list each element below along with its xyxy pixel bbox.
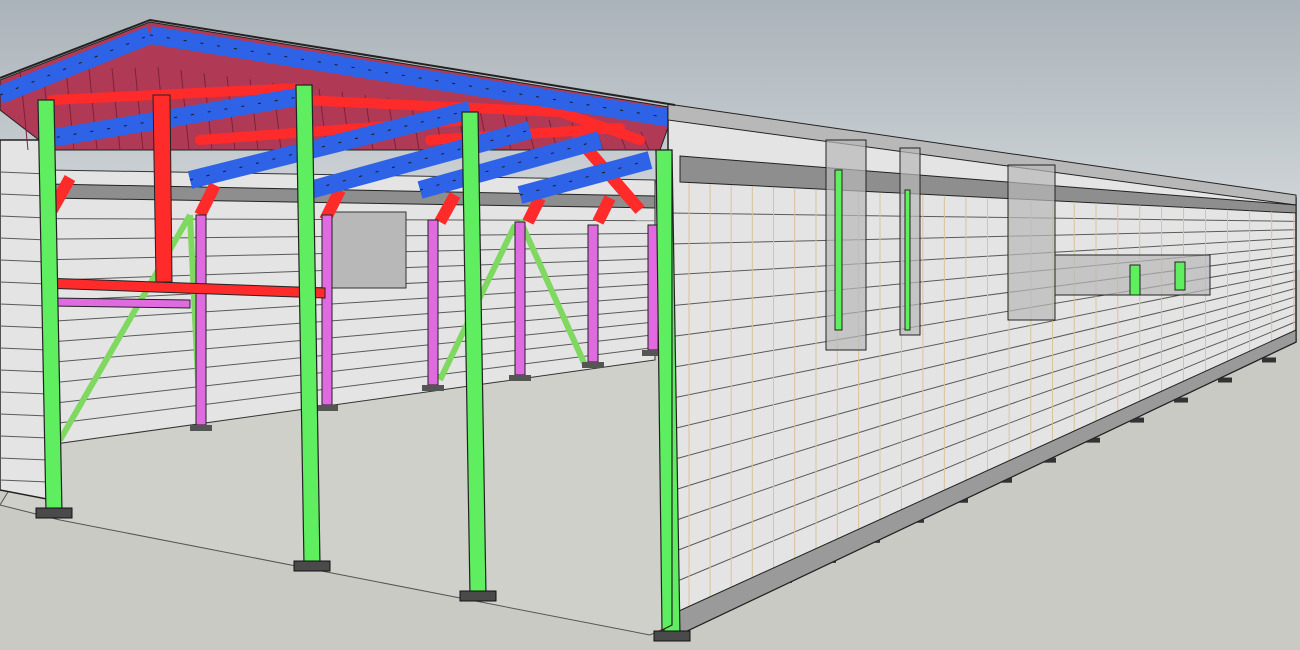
red-strut <box>152 94 173 283</box>
inner-post <box>195 214 207 426</box>
post-base-plate <box>316 405 338 411</box>
column-base-plate <box>35 507 73 519</box>
post-base-plate <box>190 425 212 431</box>
post-base-plate <box>509 375 531 381</box>
inner-post <box>587 224 599 363</box>
post-base-plate <box>582 362 604 368</box>
visible-column <box>1174 261 1186 291</box>
column-base-plate <box>459 590 497 602</box>
visible-column <box>834 169 843 331</box>
wall-opening <box>1007 164 1056 321</box>
visible-column <box>904 189 911 331</box>
inner-post <box>514 221 526 376</box>
column-base-plate <box>653 630 691 642</box>
base-plate <box>1262 357 1276 363</box>
visible-column <box>1129 264 1141 296</box>
wall-opening <box>825 139 867 351</box>
back-wall-opening <box>329 211 407 289</box>
column-base-plate <box>293 560 331 572</box>
post-base-plate <box>422 385 444 391</box>
inner-post <box>427 219 439 386</box>
inner-post <box>647 224 659 351</box>
tie-beam-magenta <box>51 297 191 309</box>
inner-post <box>321 214 333 406</box>
steel-shed-3d-model-view[interactable] <box>0 0 1300 650</box>
model-canvas[interactable] <box>0 0 1300 650</box>
